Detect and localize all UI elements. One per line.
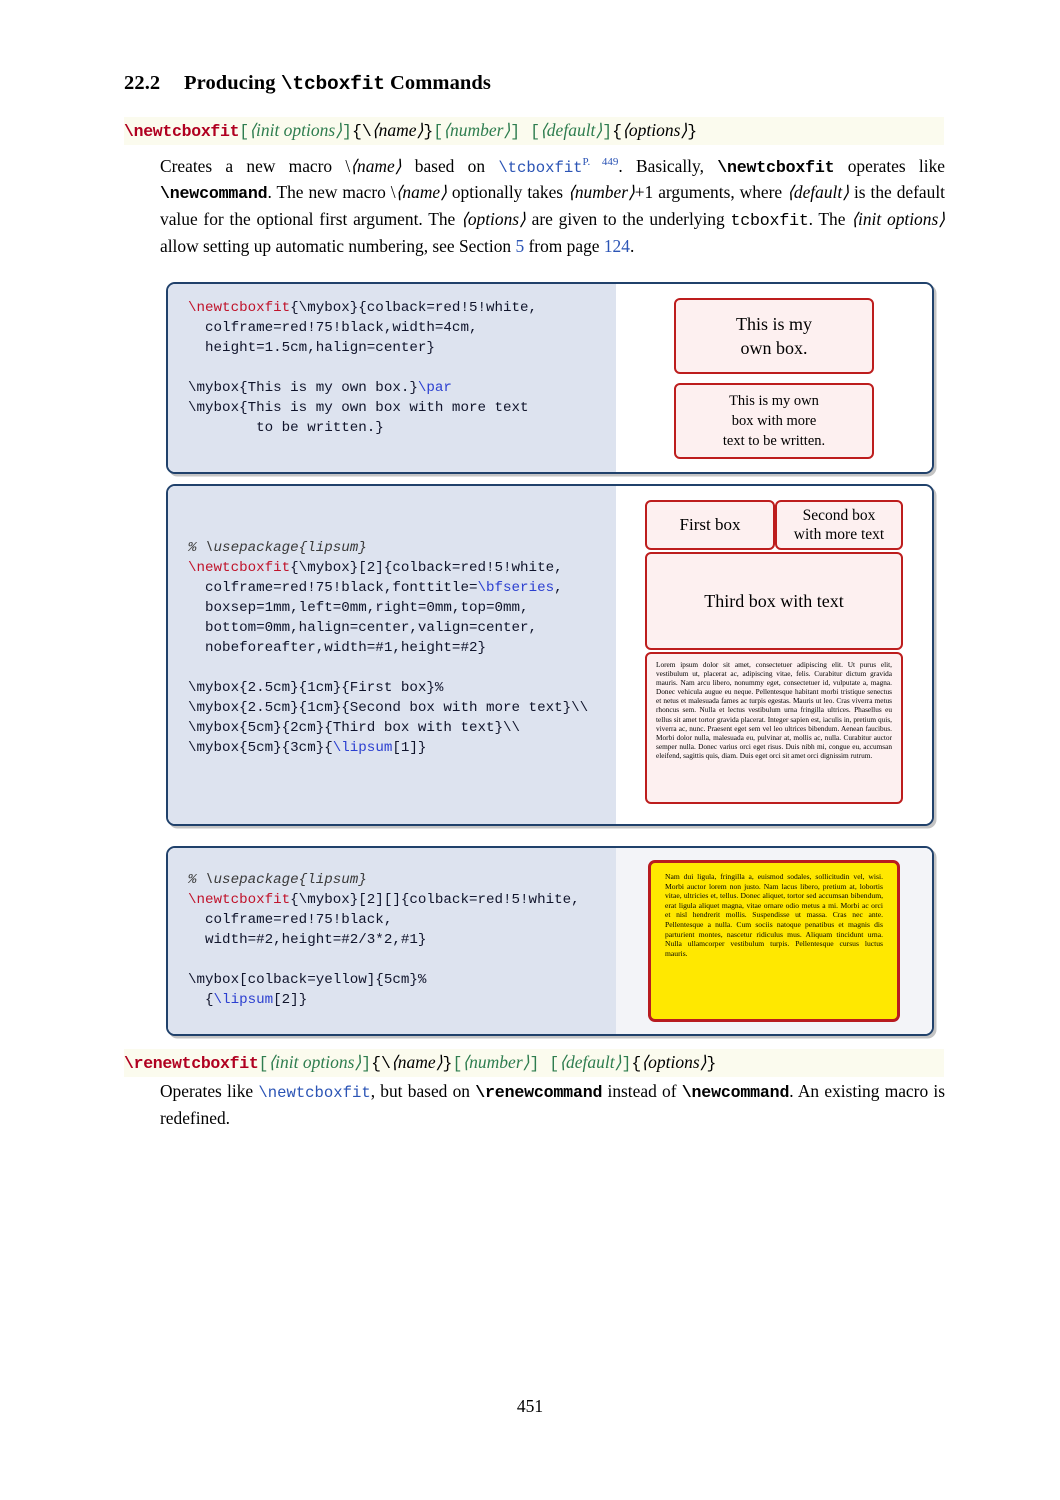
command-signature-renewtcboxfit: \renewtcboxfit[⟨init options⟩]{\⟨name⟩}[…	[124, 1049, 944, 1077]
xref-tcboxfit[interactable]: \tcboxfit	[498, 159, 582, 177]
result-box-first: First box	[645, 500, 775, 550]
example-3-code: % \usepackage{lipsum} \newtcboxfit{\mybo…	[168, 848, 616, 1034]
example-1-output: This is my own box. This is my own box wit…	[616, 284, 932, 472]
result-box-2-line-2: box with more	[731, 413, 817, 429]
result-box-second-line-1: Second box	[802, 507, 876, 524]
example-3: % \usepackage{lipsum} \newtcboxfit{\mybo…	[166, 846, 934, 1036]
example-1-code: \newtcboxfit{\mybox}{colback=red!5!white…	[168, 284, 616, 472]
description-renewtcboxfit: Operates like \newtcboxfit, but based on…	[160, 1081, 945, 1128]
example-2: % \usepackage{lipsum} \newtcboxfit{\mybo…	[166, 484, 934, 826]
link-page[interactable]: 124	[604, 236, 630, 256]
result-box-lipsum1: Lorem ipsum dolor sit amet, consectetuer…	[645, 652, 903, 804]
section-title-post: Commands	[384, 72, 491, 94]
xref-newtcboxfit[interactable]: \newtcboxfit	[258, 1084, 370, 1102]
page-title: 22.2 Producing \tcboxfit Commands	[124, 72, 944, 95]
description-newtcboxfit: Creates a new macro \⟨name⟩ based on \tc…	[160, 155, 946, 256]
link-section[interactable]: 5	[515, 236, 524, 256]
page-number: 451	[516, 1396, 544, 1416]
example-2-output: First box Second box with more text Third…	[616, 486, 932, 824]
example-3-output: Nam dui ligula, fringilla a, euismod sod…	[616, 848, 932, 1034]
section-title-mono: \tcboxfit	[280, 73, 385, 95]
result-box-second: Second box with more text	[775, 500, 903, 550]
example-1: \newtcboxfit{\mybox}{colback=red!5!white…	[166, 282, 934, 474]
command-name-renew: \renewtcboxfit	[124, 1054, 259, 1073]
result-box-1-line-2: own box.	[740, 338, 808, 358]
result-box-2-line-3: text to be written.	[722, 433, 826, 449]
result-box-2-line-1: This is my own	[729, 393, 819, 409]
result-row-top: First box Second box with more text	[645, 500, 903, 550]
section-number: 22.2	[124, 72, 161, 94]
result-box-2: This is my own box with more text to be wr…	[674, 383, 874, 459]
result-box-yellow: Nam dui ligula, fringilla a, euismod sod…	[648, 860, 900, 1022]
command-signature-newtcboxfit: \newtcboxfit[⟨init options⟩]{\⟨name⟩}[⟨n…	[124, 117, 944, 145]
result-box-1-line-1: This is my	[735, 314, 812, 334]
example-2-code: % \usepackage{lipsum} \newtcboxfit{\mybo…	[168, 486, 616, 824]
xref-page-ref[interactable]: P. 449	[583, 156, 619, 168]
document-page: 22.2 Producing \tcboxfit Commands \newtcb…	[0, 0, 1060, 1500]
result-box-1: This is my own box.	[674, 298, 874, 374]
section-title-pre: Producing	[184, 72, 281, 94]
command-name: \newtcboxfit	[124, 122, 240, 141]
result-box-second-line-2: with more text	[793, 526, 885, 543]
result-box-third: Third box with text	[645, 552, 903, 650]
